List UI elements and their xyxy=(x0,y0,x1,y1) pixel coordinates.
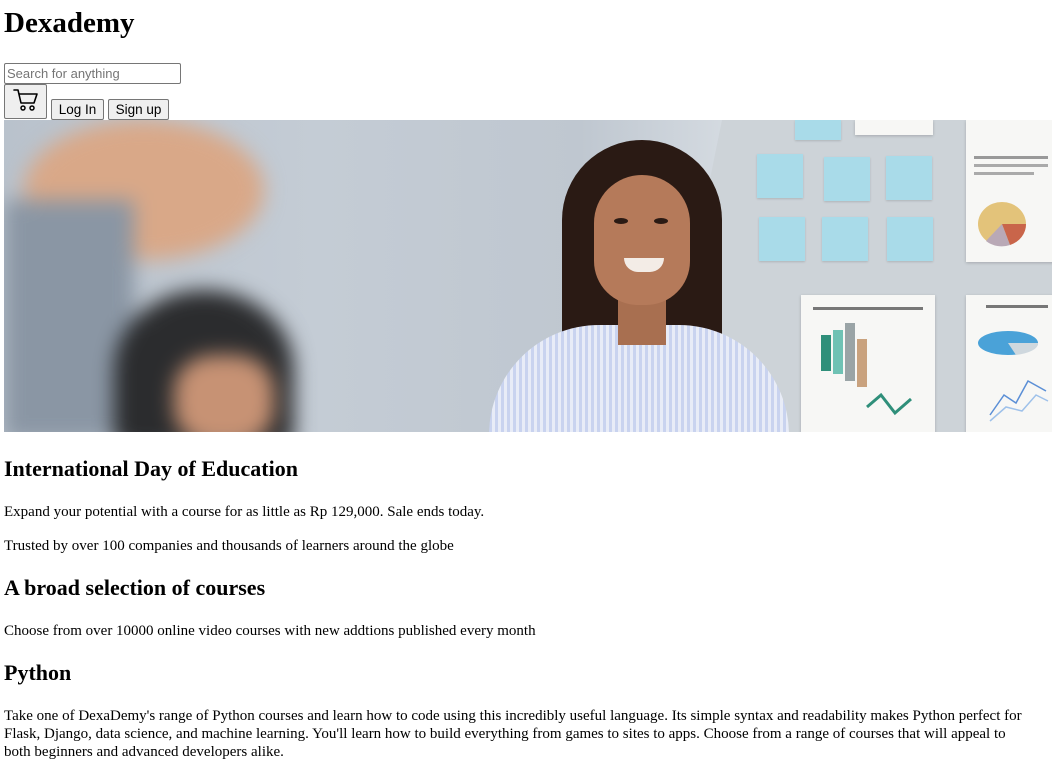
paper-bar-chart xyxy=(801,295,935,432)
search-input[interactable] xyxy=(4,63,181,84)
sticky-note xyxy=(795,120,841,140)
python-text: Take one of DexaDemy's range of Python c… xyxy=(4,708,1022,760)
hero-image xyxy=(4,120,1052,432)
sticky-note xyxy=(824,157,870,201)
sticky-note xyxy=(887,217,933,261)
shopping-cart-icon xyxy=(12,88,39,115)
courses-text: Choose from over 10000 online video cour… xyxy=(4,623,536,639)
hero-person-eye xyxy=(654,218,668,224)
promo-heading: International Day of Education xyxy=(4,456,298,481)
paper-sheet xyxy=(855,120,933,135)
paper-pie-chart xyxy=(966,120,1052,262)
sticky-note xyxy=(757,154,803,198)
site-title: Dexademy xyxy=(4,7,135,39)
paper-line-chart xyxy=(966,295,1052,432)
courses-heading: A broad selection of courses xyxy=(4,575,266,600)
python-heading: Python xyxy=(4,660,72,685)
trusted-text: Trusted by over 100 companies and thousa… xyxy=(4,538,454,554)
sticky-note xyxy=(886,156,932,200)
sticky-note xyxy=(759,217,805,261)
login-button[interactable]: Log In xyxy=(51,99,104,120)
cart-button[interactable] xyxy=(4,84,47,119)
hero-blurred-person xyxy=(4,120,304,432)
hero-person-face xyxy=(594,175,690,305)
hero-person-eye xyxy=(614,218,628,224)
sticky-note xyxy=(822,217,868,261)
signup-button[interactable]: Sign up xyxy=(108,99,169,120)
promo-text: Expand your potential with a course for … xyxy=(4,504,485,520)
